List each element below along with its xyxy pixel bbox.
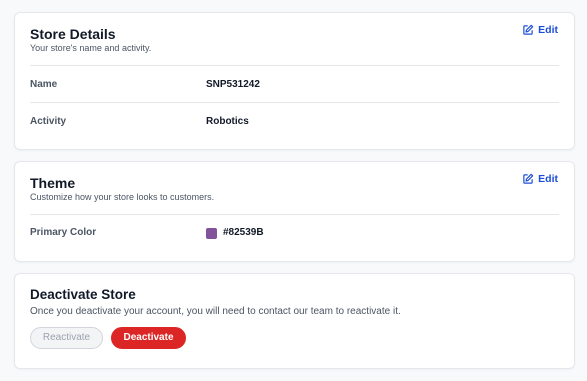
deactivate-store-title: Deactivate Store [30, 287, 136, 302]
activity-value: Robotics [206, 116, 249, 127]
primary-color-label: Primary Color [30, 227, 97, 238]
edit-label: Edit [538, 24, 558, 36]
edit-label: Edit [538, 173, 558, 185]
color-swatch [206, 227, 217, 239]
store-settings-page: Store Details Your store's name and acti… [0, 0, 587, 381]
edit-icon [522, 24, 534, 36]
deactivate-store-card: Deactivate Store Once you deactivate you… [14, 273, 575, 369]
reactivate-button[interactable]: Reactivate [30, 327, 103, 349]
theme-card: Theme Customize how your store looks to … [14, 161, 575, 262]
deactivate-store-description: Once you deactivate your account, you wi… [30, 306, 401, 317]
activity-label: Activity [30, 116, 67, 127]
primary-color-value-row: #82539B [206, 226, 264, 240]
primary-color-value: #82539B [223, 227, 264, 238]
deactivate-button[interactable]: Deactivate [111, 327, 186, 349]
divider [30, 214, 559, 215]
store-details-subtitle: Your store's name and activity. [30, 43, 152, 53]
store-details-title: Store Details [30, 26, 116, 42]
theme-edit-button[interactable]: Edit [522, 172, 558, 186]
theme-title: Theme [30, 175, 76, 191]
store-details-edit-button[interactable]: Edit [522, 23, 558, 37]
edit-icon [522, 173, 534, 185]
store-details-card: Store Details Your store's name and acti… [14, 12, 575, 150]
divider [30, 102, 559, 103]
divider [30, 65, 559, 66]
name-label: Name [30, 79, 58, 90]
name-value: SNP531242 [206, 79, 260, 90]
theme-subtitle: Customize how your store looks to custom… [30, 192, 215, 202]
